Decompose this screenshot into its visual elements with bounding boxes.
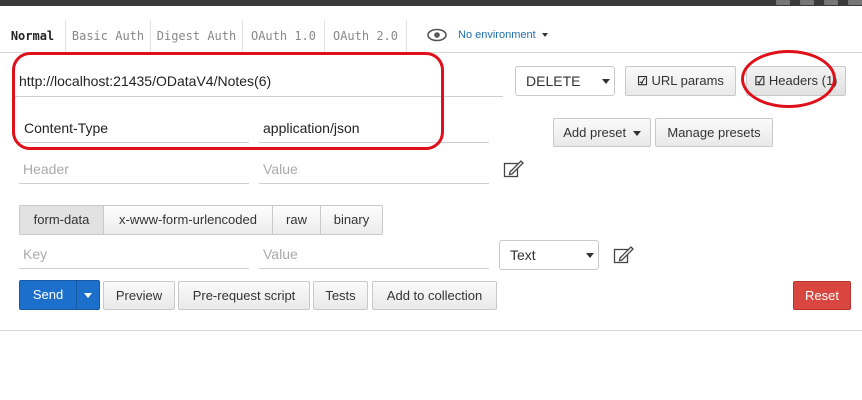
headers-label: Headers (1) (768, 73, 838, 88)
body-type-raw[interactable]: raw (272, 205, 321, 235)
body-key-input[interactable] (19, 239, 249, 269)
chevron-down-icon (602, 79, 610, 84)
tab-oauth2[interactable]: OAuth 2.0 (325, 20, 407, 52)
manage-presets-button[interactable]: Manage presets (655, 118, 773, 147)
new-header-key-input[interactable] (19, 154, 249, 184)
chevron-down-icon (541, 33, 548, 38)
prerequest-script-button[interactable]: Pre-request script (178, 281, 310, 310)
body-type-urlencoded[interactable]: x-www-form-urlencoded (103, 205, 273, 235)
edit-icon: ☑ (754, 74, 766, 88)
toolbar-icon[interactable] (776, 0, 790, 5)
eye-icon[interactable] (427, 28, 447, 42)
section-divider (0, 330, 862, 331)
environment-label: No environment (458, 29, 536, 41)
headers-button[interactable]: ☑ Headers (1) (746, 66, 846, 96)
send-options-button[interactable] (77, 281, 99, 309)
toolbar-icon[interactable] (848, 0, 862, 5)
url-input[interactable] (15, 66, 503, 97)
new-header-value-input[interactable] (259, 154, 489, 184)
environment-selector[interactable]: No environment (458, 20, 548, 52)
chevron-down-icon (632, 131, 641, 137)
body-type-binary[interactable]: binary (320, 205, 383, 235)
toolbar-icons (766, 0, 862, 6)
tab-basic-auth[interactable]: Basic Auth (66, 20, 151, 52)
chevron-down-icon (84, 293, 92, 298)
preview-button[interactable]: Preview (103, 281, 175, 310)
send-button[interactable]: Send (20, 281, 76, 309)
bulk-edit-icon[interactable] (503, 159, 525, 179)
value-type-label: Text (510, 247, 536, 263)
add-preset-label: Add preset (563, 125, 627, 140)
add-preset-button[interactable]: Add preset (553, 118, 651, 147)
toolbar-icon[interactable] (824, 0, 838, 5)
top-toolbar-strip (0, 0, 862, 6)
tab-digest-auth[interactable]: Digest Auth (151, 20, 243, 52)
chevron-down-icon (586, 253, 594, 258)
toolbar-icon[interactable] (800, 0, 814, 5)
header-value-input[interactable] (259, 113, 489, 143)
url-params-button[interactable]: ☑ URL params (625, 66, 736, 96)
send-button-group: Send (19, 280, 100, 310)
value-type-select[interactable]: Text (499, 240, 599, 270)
reset-button[interactable]: Reset (793, 281, 851, 310)
tests-button[interactable]: Tests (313, 281, 368, 310)
edit-icon: ☑ (637, 74, 648, 88)
url-params-label: URL params (651, 73, 724, 88)
method-select[interactable]: DELETE (515, 66, 615, 96)
body-type-form-data[interactable]: form-data (19, 205, 104, 235)
auth-tabs: Normal Basic Auth Digest Auth OAuth 1.0 … (0, 20, 862, 53)
header-key-input[interactable] (19, 113, 249, 143)
add-to-collection-button[interactable]: Add to collection (372, 281, 497, 310)
bulk-edit-icon[interactable] (613, 245, 635, 265)
body-value-input[interactable] (259, 239, 489, 269)
tab-normal[interactable]: Normal (0, 20, 66, 52)
tab-oauth1[interactable]: OAuth 1.0 (243, 20, 325, 52)
method-value: DELETE (526, 73, 581, 89)
